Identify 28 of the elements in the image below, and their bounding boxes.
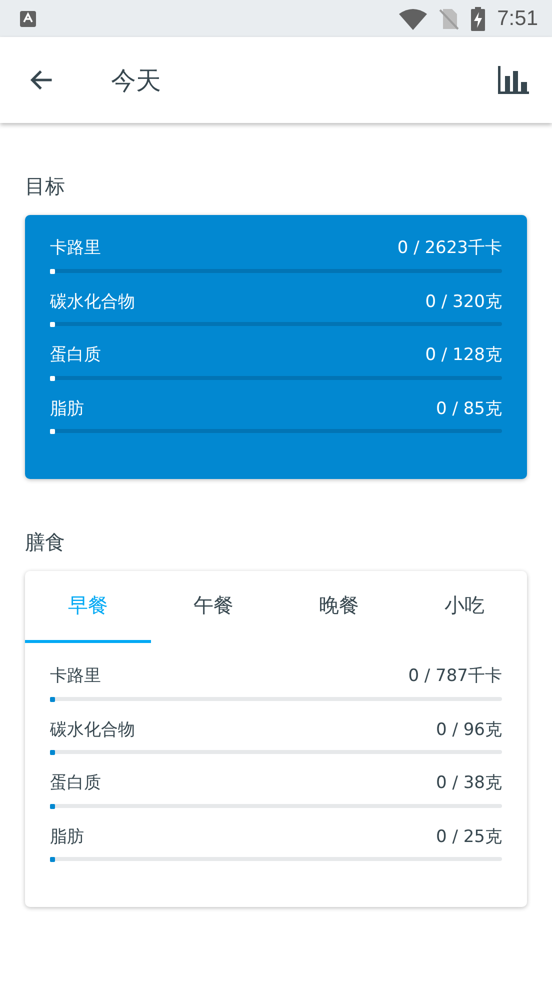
keyboard-icon (19, 10, 37, 28)
nutrient-reading: 0 / 25克 (436, 826, 502, 848)
section-heading: 目标 (25, 173, 66, 200)
wifi-icon (399, 8, 428, 30)
nutrient-label: 卡路里 (50, 665, 101, 688)
nutrient-label: 卡路里 (50, 237, 101, 260)
nutrient-reading: 0 / 787千卡 (408, 665, 502, 688)
meal-tab[interactable]: 晚餐 (276, 571, 402, 643)
nutrient-label: 蛋白质 (50, 344, 101, 367)
bar-chart-icon[interactable] (498, 66, 530, 94)
meal-tab[interactable]: 午餐 (150, 571, 276, 643)
page-title: 今天 (111, 64, 161, 96)
nutrient-reading: 0 / 38克 (436, 772, 502, 795)
nutrient-reading: 0 / 2623千卡 (397, 237, 502, 260)
nutrient-label: 蛋白质 (50, 772, 101, 795)
status-time: 7:51 (497, 6, 538, 30)
nutrient-reading: 0 / 96克 (436, 718, 502, 742)
section-heading: 膳食 (25, 529, 66, 556)
nutrient-reading: 0 / 85克 (436, 398, 502, 420)
nutrient-reading: 0 / 320克 (425, 290, 502, 314)
nutrient-label: 碳水化合物 (50, 290, 135, 314)
nutrient-label: 碳水化合物 (50, 718, 135, 742)
nutrient-reading: 0 / 128克 (425, 344, 502, 367)
nutrient-label: 脂肪 (50, 398, 84, 420)
meal-tab[interactable]: 小吃 (402, 571, 527, 643)
battery-icon (471, 6, 486, 30)
no-sim-icon (439, 8, 460, 30)
nutrient-label: 脂肪 (50, 826, 84, 848)
